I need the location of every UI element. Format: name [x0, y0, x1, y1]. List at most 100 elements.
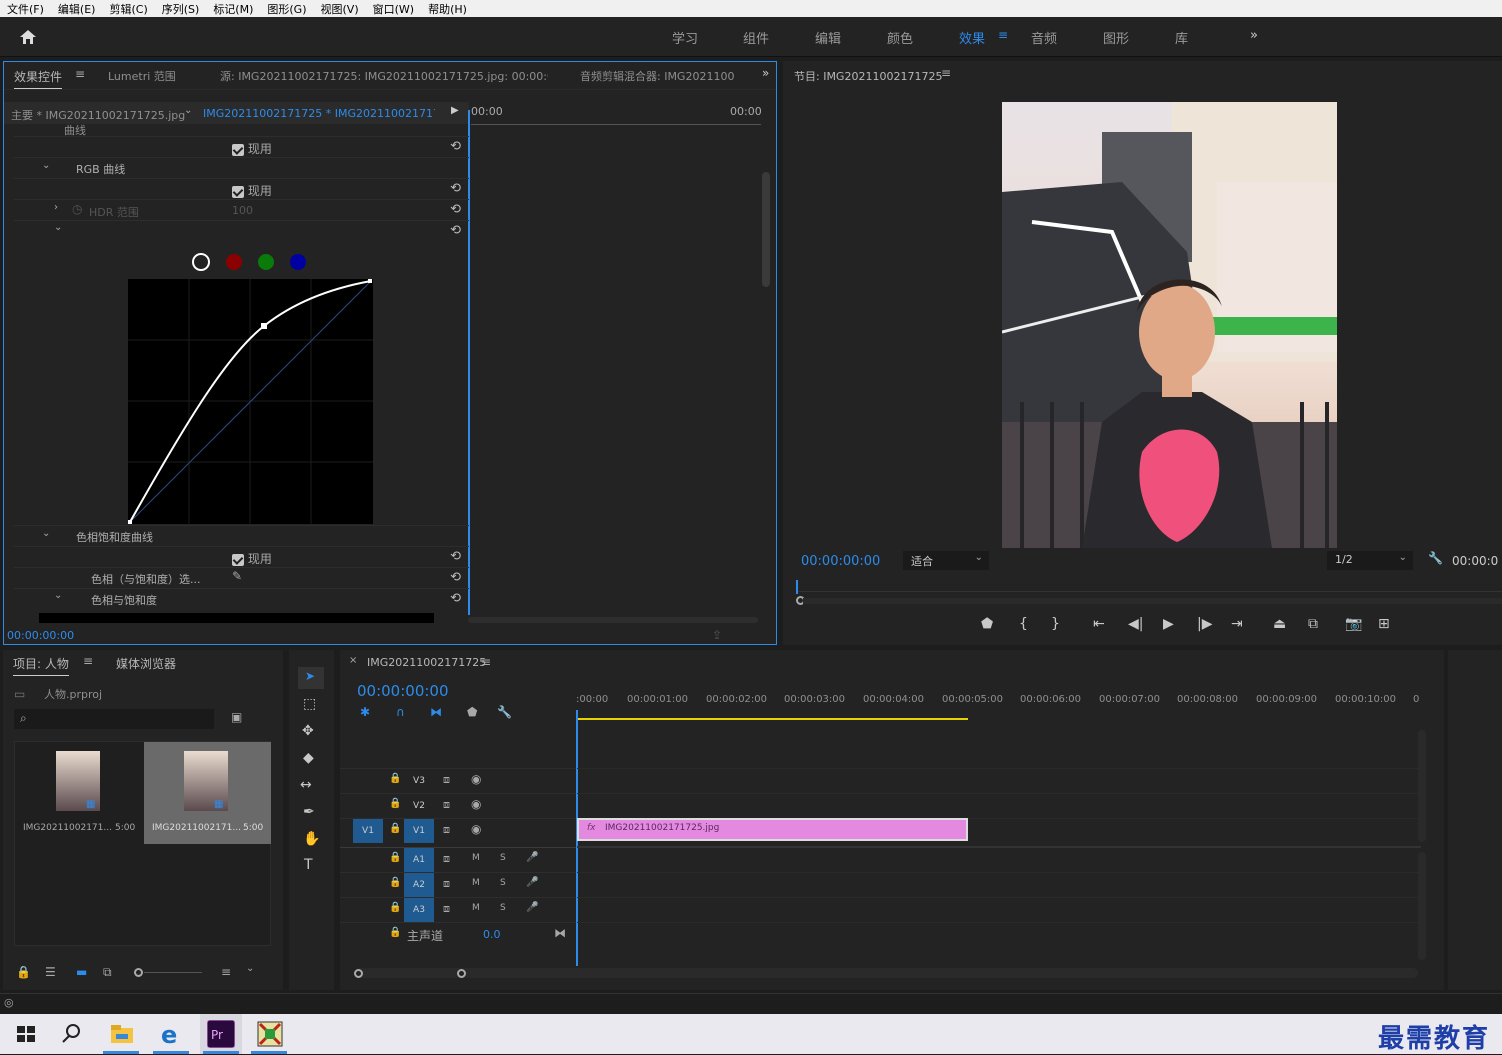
icon-view-icon[interactable]: ▬ — [76, 965, 87, 979]
tab-media-browser[interactable]: 媒体浏览器 — [116, 655, 176, 672]
chevron-down-icon[interactable]: ⌄ — [54, 590, 62, 601]
chevron-down-icon[interactable]: ⌄ — [54, 222, 62, 233]
master-clip[interactable]: 主要 * IMG20211002171725.jpg — [11, 107, 185, 123]
program-playhead[interactable] — [796, 580, 798, 594]
edge-browser-icon[interactable]: e — [158, 1020, 186, 1048]
chevron-down-icon[interactable]: ⌄ — [184, 105, 192, 116]
timeline-ruler[interactable]: :00:00 00:00:01:00 00:00:02:00 00:00:03:… — [576, 692, 1420, 722]
lock-icon[interactable]: 🔒 — [389, 902, 401, 913]
ripple-edit-icon[interactable]: ✥ — [302, 723, 314, 739]
ws-editing[interactable]: 编辑 — [815, 28, 841, 47]
sort-icon[interactable]: ≡ — [221, 965, 231, 979]
new-bin-icon[interactable]: ▣ — [231, 710, 242, 724]
eye-icon[interactable]: ◉ — [471, 822, 481, 836]
lock-icon[interactable]: 🔒 — [389, 773, 401, 784]
go-to-out-icon[interactable]: ⇥ — [1231, 616, 1243, 632]
panel-menu-icon[interactable]: ≡ — [75, 67, 85, 81]
source-patch-v1[interactable]: V1 — [353, 819, 383, 843]
zoom-slider-handle[interactable] — [134, 968, 143, 977]
use-checkbox-2[interactable] — [232, 185, 244, 198]
chevron-right-icon[interactable]: › — [54, 202, 58, 213]
sequence-clip[interactable]: IMG20211002171725 * IMG20211002171725... — [203, 107, 435, 120]
list-view-icon[interactable]: ☰ — [45, 965, 56, 979]
type-tool-icon[interactable]: T — [304, 857, 313, 873]
selection-tool[interactable]: ➤ — [298, 667, 324, 689]
play-only-icon[interactable]: ▶ — [451, 105, 459, 116]
panel-menu-icon[interactable]: ≡ — [481, 655, 491, 669]
camera-icon[interactable]: 📷 — [1345, 616, 1362, 632]
microphone-icon[interactable]: 🎤 — [526, 852, 538, 863]
eye-icon[interactable]: ◉ — [471, 797, 481, 811]
reset-icon[interactable]: ⟲ — [450, 181, 461, 196]
tab-lumetri-scopes[interactable]: Lumetri 范围 — [108, 68, 176, 84]
panel-menu-icon[interactable]: ≡ — [941, 66, 951, 80]
home-icon[interactable] — [19, 29, 37, 45]
microphone-icon[interactable]: 🎤 — [526, 877, 538, 888]
microphone-icon[interactable]: 🎤 — [526, 902, 538, 913]
play-icon[interactable]: ▶ — [1163, 616, 1174, 632]
premiere-taskbar-item[interactable]: Pr — [200, 1014, 242, 1054]
program-title[interactable]: 节目: IMG20211002171725 — [794, 68, 942, 84]
work-area-bar[interactable] — [576, 718, 968, 720]
close-icon[interactable]: × — [349, 655, 357, 666]
resolution-dropdown[interactable]: 1/2 ⌄ — [1327, 551, 1413, 570]
pen-icon[interactable]: ✒ — [303, 804, 315, 820]
eyedropper-icon[interactable]: ✎ — [232, 569, 242, 583]
sequence-tab[interactable]: IMG20211002171725 — [367, 656, 486, 669]
use-checkbox-3[interactable] — [232, 553, 244, 566]
reset-icon[interactable]: ⟲ — [450, 223, 461, 238]
add-marker-icon[interactable]: ⬟ — [981, 616, 993, 632]
more-workspaces-icon[interactable]: » — [1250, 28, 1258, 43]
sync-lock-icon[interactable]: ⧈ — [443, 823, 450, 837]
sync-lock-icon[interactable]: ⧈ — [443, 798, 450, 812]
mark-out-icon[interactable]: } — [1051, 616, 1060, 632]
app-icon[interactable] — [256, 1020, 284, 1048]
export-frame-icon[interactable]: ⇪ — [712, 628, 722, 642]
panel-menu-icon[interactable]: ≡ — [83, 654, 93, 668]
chevron-down-icon[interactable]: ⌄ — [246, 963, 254, 974]
reset-icon[interactable]: ⟲ — [450, 202, 461, 217]
lock-icon[interactable]: 🔒 — [389, 852, 401, 863]
zoom-end-handle[interactable] — [457, 969, 466, 978]
step-forward-icon[interactable]: |▶ — [1197, 616, 1212, 632]
program-timecode[interactable]: 00:00:00:00 — [801, 554, 880, 569]
stopwatch-icon[interactable]: ◷ — [72, 202, 82, 216]
go-to-in-icon[interactable]: ⇤ — [1093, 616, 1105, 632]
project-search-input[interactable]: ⌕ — [14, 709, 214, 729]
menu-edit[interactable]: 编辑(E) — [58, 1, 96, 17]
tab-effect-controls[interactable]: 效果控件 — [14, 68, 63, 89]
program-zoom-bar[interactable] — [803, 598, 1502, 604]
lock-icon[interactable]: 🔒 — [389, 823, 401, 834]
fit-dropdown[interactable]: 适合 ⌄ — [903, 551, 989, 570]
program-ruler[interactable] — [796, 580, 1502, 592]
mark-in-icon[interactable]: { — [1019, 616, 1028, 632]
wrench-icon[interactable]: 🔧 — [497, 705, 512, 719]
audio-scrollbar[interactable] — [1418, 852, 1426, 960]
list-item[interactable]: ▦ IMG20211002171... 5:00 — [15, 742, 143, 844]
ws-libraries[interactable]: 库 — [1175, 28, 1188, 47]
luma-channel-button[interactable] — [192, 253, 210, 271]
reset-icon[interactable]: ⟲ — [450, 591, 461, 606]
ws-learn[interactable]: 学习 — [672, 28, 698, 47]
sync-lock-icon[interactable]: ⧈ — [443, 773, 450, 787]
use-checkbox-1[interactable] — [232, 143, 244, 156]
menu-clip[interactable]: 剪辑(C) — [109, 1, 147, 17]
ws-assembly[interactable]: 组件 — [743, 28, 769, 47]
chevron-down-icon[interactable]: ⌄ — [42, 160, 50, 171]
lock-icon[interactable]: 🔒 — [16, 965, 31, 979]
razor-icon[interactable]: ◆ — [303, 750, 314, 766]
linked-select-icon[interactable]: ⧓ — [430, 705, 442, 719]
freeform-view-icon[interactable]: ⧉ — [103, 965, 112, 980]
menu-sequence[interactable]: 序列(S) — [162, 1, 200, 17]
timeline-clip[interactable]: fx IMG20211002171725.jpg — [577, 818, 968, 841]
mini-tl-scrollbar[interactable] — [468, 617, 758, 623]
sync-lock-icon[interactable]: ⧈ — [443, 852, 450, 866]
menu-markers[interactable]: 标记(M) — [213, 1, 253, 17]
tab-source[interactable]: 源: IMG20211002171725: IMG20211002171725.… — [220, 68, 548, 84]
nest-icon[interactable]: ✱ — [360, 705, 370, 719]
eye-icon[interactable]: ◉ — [471, 772, 481, 786]
effects-scrollbar[interactable] — [762, 172, 770, 287]
in-out-icon[interactable]: ⧓ — [554, 926, 566, 940]
zoom-start-handle[interactable] — [354, 969, 363, 978]
menu-help[interactable]: 帮助(H) — [428, 1, 467, 17]
